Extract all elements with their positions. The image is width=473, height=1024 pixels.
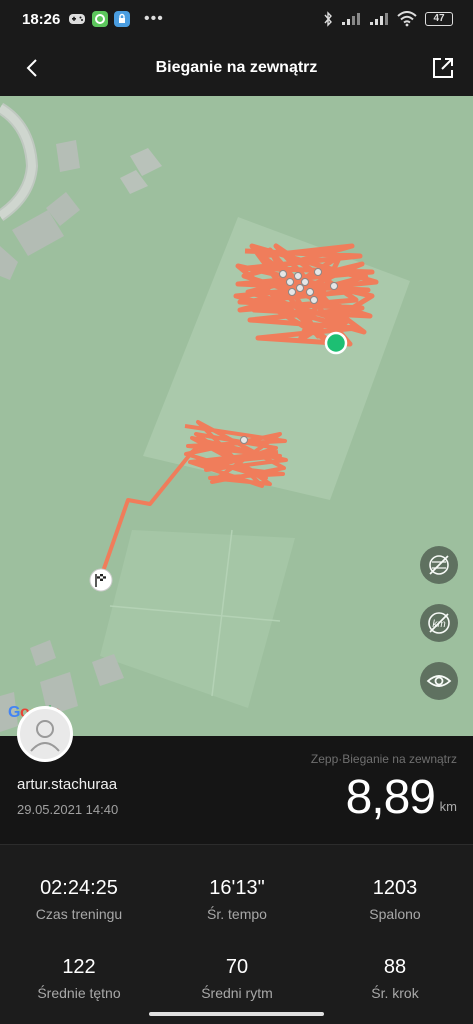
distance-unit: km	[439, 799, 457, 814]
battery-icon: 47	[425, 12, 453, 26]
share-icon	[433, 58, 453, 78]
system-icons: 47	[323, 11, 453, 27]
stat-calories: 1203 Spalono	[316, 877, 473, 922]
km-markers-off-icon: km	[428, 612, 450, 634]
stat-value: 70	[225, 956, 249, 978]
satellite-off-icon	[429, 555, 449, 575]
stat-value: 02:24:25	[40, 877, 118, 899]
bluetooth-icon	[324, 11, 332, 27]
avatar[interactable]	[17, 706, 73, 762]
status-time: 18:26	[22, 11, 61, 28]
stat-value: 16'13"	[209, 877, 265, 899]
stat-pace: 16'13" Śr. tempo	[158, 877, 316, 922]
lock-app-icon	[114, 11, 130, 27]
user-icon	[30, 720, 60, 752]
workout-datetime: 29.05.2021 14:40	[17, 802, 119, 817]
stat-cadence: 70 Średni rytm	[158, 956, 316, 1001]
notification-icons: •••	[68, 11, 164, 27]
building	[30, 640, 56, 666]
share-button[interactable]	[429, 54, 457, 82]
stat-duration: 02:24:25 Czas treningu	[0, 877, 158, 922]
signal-icon	[342, 13, 360, 25]
stat-label: Spalono	[369, 906, 421, 922]
status-bar: 18:26 ••• 47	[0, 0, 473, 40]
stat-label: Średni rytm	[201, 985, 273, 1001]
home-indicator[interactable]	[149, 1012, 324, 1016]
building	[0, 246, 18, 280]
stat-value: 122	[62, 956, 96, 978]
satellite-toggle-button[interactable]	[420, 546, 458, 584]
km-markers-toggle-button[interactable]: km	[420, 604, 458, 642]
stat-heart-rate: 122 Średnie tętno	[0, 956, 158, 1001]
title-bar: Bieganie na zewnątrz	[0, 40, 473, 96]
page-title: Bieganie na zewnątrz	[155, 59, 318, 76]
username[interactable]: artur.stachuraa	[17, 776, 117, 793]
map-canvas	[0, 102, 410, 732]
stats-grid: 02:24:25 Czas treningu 16'13" Śr. tempo …	[0, 845, 473, 1024]
visibility-button[interactable]	[420, 662, 458, 700]
stat-label: Średnie tętno	[37, 985, 121, 1001]
stat-label: Śr. krok	[371, 985, 419, 1001]
workout-summary: artur.stachuraa 29.05.2021 14:40 Zepp·Bi…	[0, 736, 473, 844]
stat-stride: 88 Śr. krok	[316, 956, 473, 1001]
eye-icon	[426, 675, 452, 687]
building	[56, 140, 80, 172]
activity-type: Zepp·Bieganie na zewnątrz	[310, 752, 457, 766]
finish-flag-icon[interactable]	[89, 568, 113, 592]
signal-2-icon	[370, 13, 388, 25]
gamepad-icon	[69, 14, 85, 24]
stat-label: Śr. tempo	[207, 906, 267, 922]
route-map[interactable]: km	[0, 96, 473, 736]
distance-value: 8,89	[345, 771, 436, 824]
stat-value: 88	[383, 956, 407, 978]
stat-label: Czas treningu	[35, 906, 123, 922]
more-notifications-icon: •••	[144, 10, 164, 27]
start-marker[interactable]	[324, 331, 348, 355]
wifi-icon	[397, 11, 417, 27]
stat-value: 1203	[372, 877, 418, 899]
app-notification-icon	[92, 11, 108, 27]
